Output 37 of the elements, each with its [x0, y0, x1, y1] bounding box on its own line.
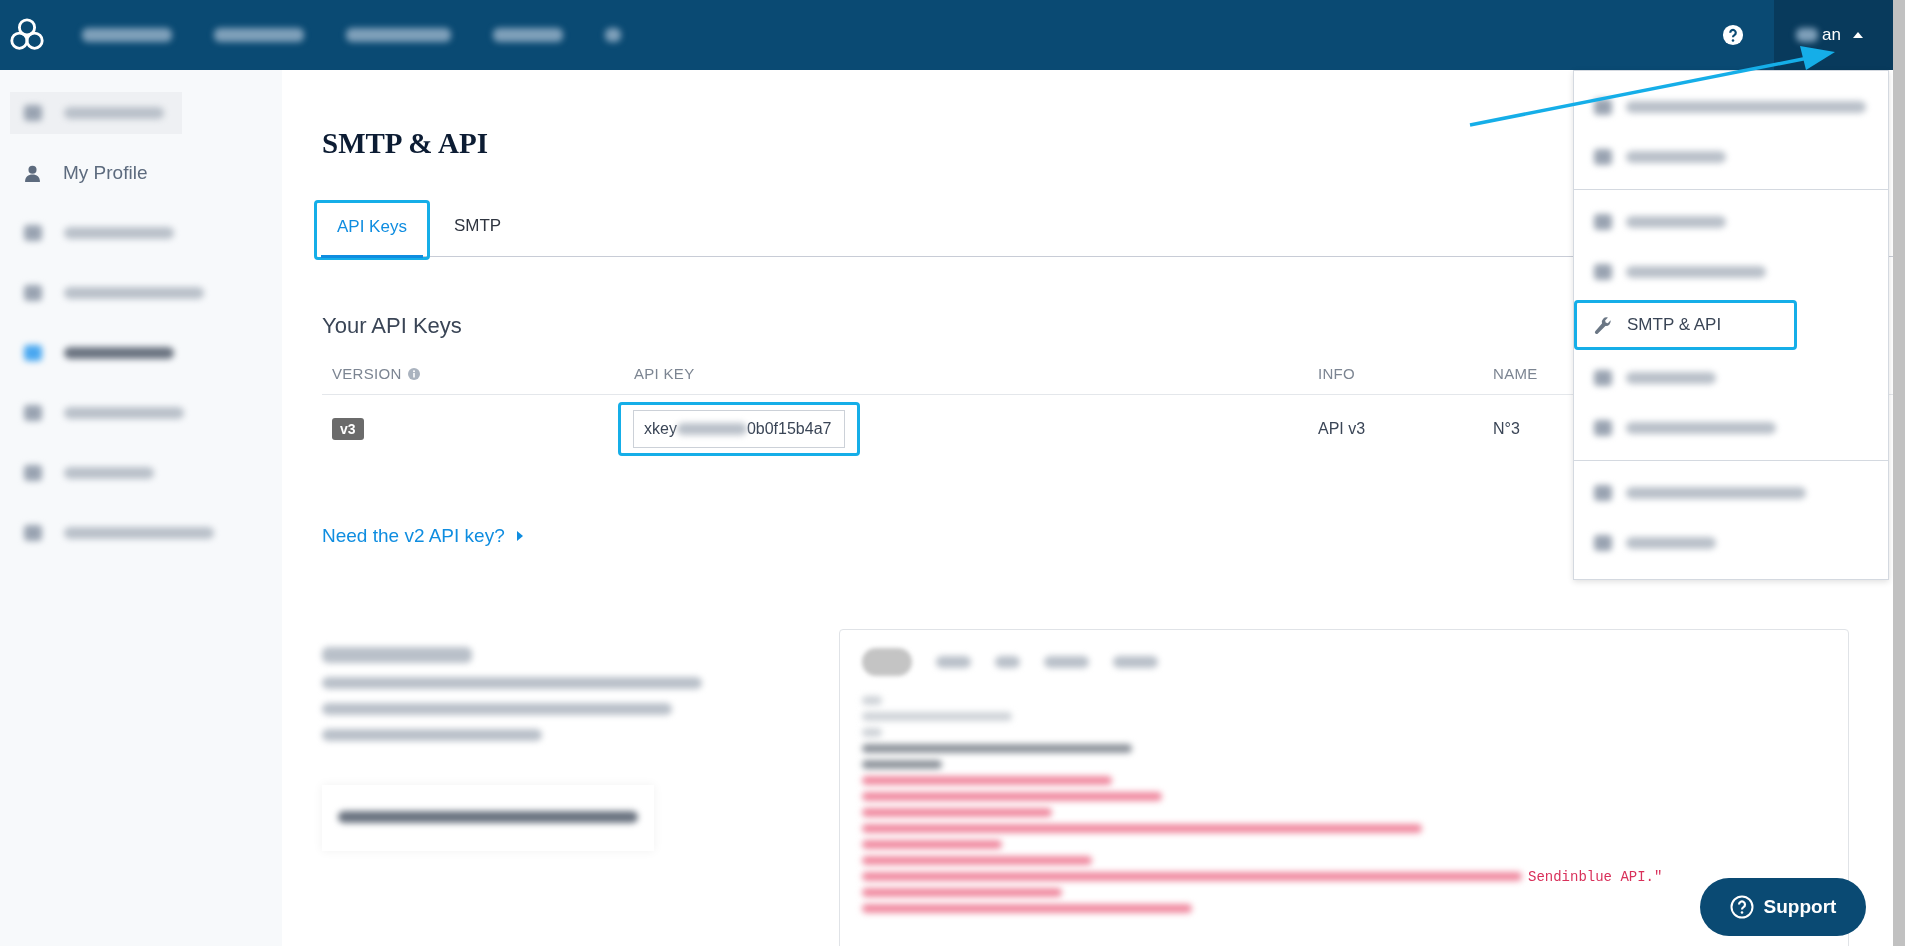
menu-item[interactable]: SMTP & API: [1574, 300, 1797, 350]
caret-icon: [1853, 32, 1863, 38]
support-button[interactable]: Support: [1700, 878, 1866, 936]
column-header: INFO: [1318, 365, 1356, 382]
help-icon[interactable]: [1722, 24, 1745, 46]
scrollbar[interactable]: [1893, 0, 1905, 946]
table-cell: N°3: [1493, 420, 1520, 437]
redacted-tab[interactable]: [1044, 656, 1089, 668]
redacted-text: [605, 28, 621, 42]
redacted-code: [862, 728, 882, 737]
page-title: SMTP & API: [322, 126, 488, 160]
redacted-code: [862, 696, 882, 705]
tab[interactable]: SMTP: [437, 202, 518, 257]
help-icon: [1729, 895, 1754, 919]
redacted-tab[interactable]: [862, 648, 912, 676]
table-cell: API v3: [1318, 420, 1366, 437]
redacted-tab[interactable]: [995, 656, 1020, 668]
sidebar-item[interactable]: My Profile: [0, 152, 282, 194]
redacted-tab[interactable]: [1113, 656, 1158, 668]
column-header: API KEY: [634, 365, 695, 382]
column-header: NAME: [1493, 365, 1538, 382]
redacted-tab[interactable]: [936, 656, 971, 668]
v2-key-link[interactable]: Need the v2 API key?: [322, 525, 505, 547]
code-fragment: Sendinblue API.": [1528, 868, 1663, 885]
column-header: VERSION: [332, 365, 402, 382]
user-menu[interactable]: an: [1774, 0, 1893, 70]
info-icon: [407, 367, 420, 380]
redacted-text: [1796, 28, 1819, 42]
redacted-text: [676, 423, 747, 435]
wrench-icon: [1594, 315, 1613, 335]
user-icon: [24, 164, 41, 182]
version-badge: v3: [332, 418, 364, 440]
caret-right-icon: [516, 531, 523, 541]
tab[interactable]: API Keys: [321, 203, 423, 258]
redacted-text: [493, 28, 563, 42]
api-key-field[interactable]: xkey 0b0f15b4a7: [633, 410, 845, 448]
section-title: Your API Keys: [322, 313, 462, 339]
